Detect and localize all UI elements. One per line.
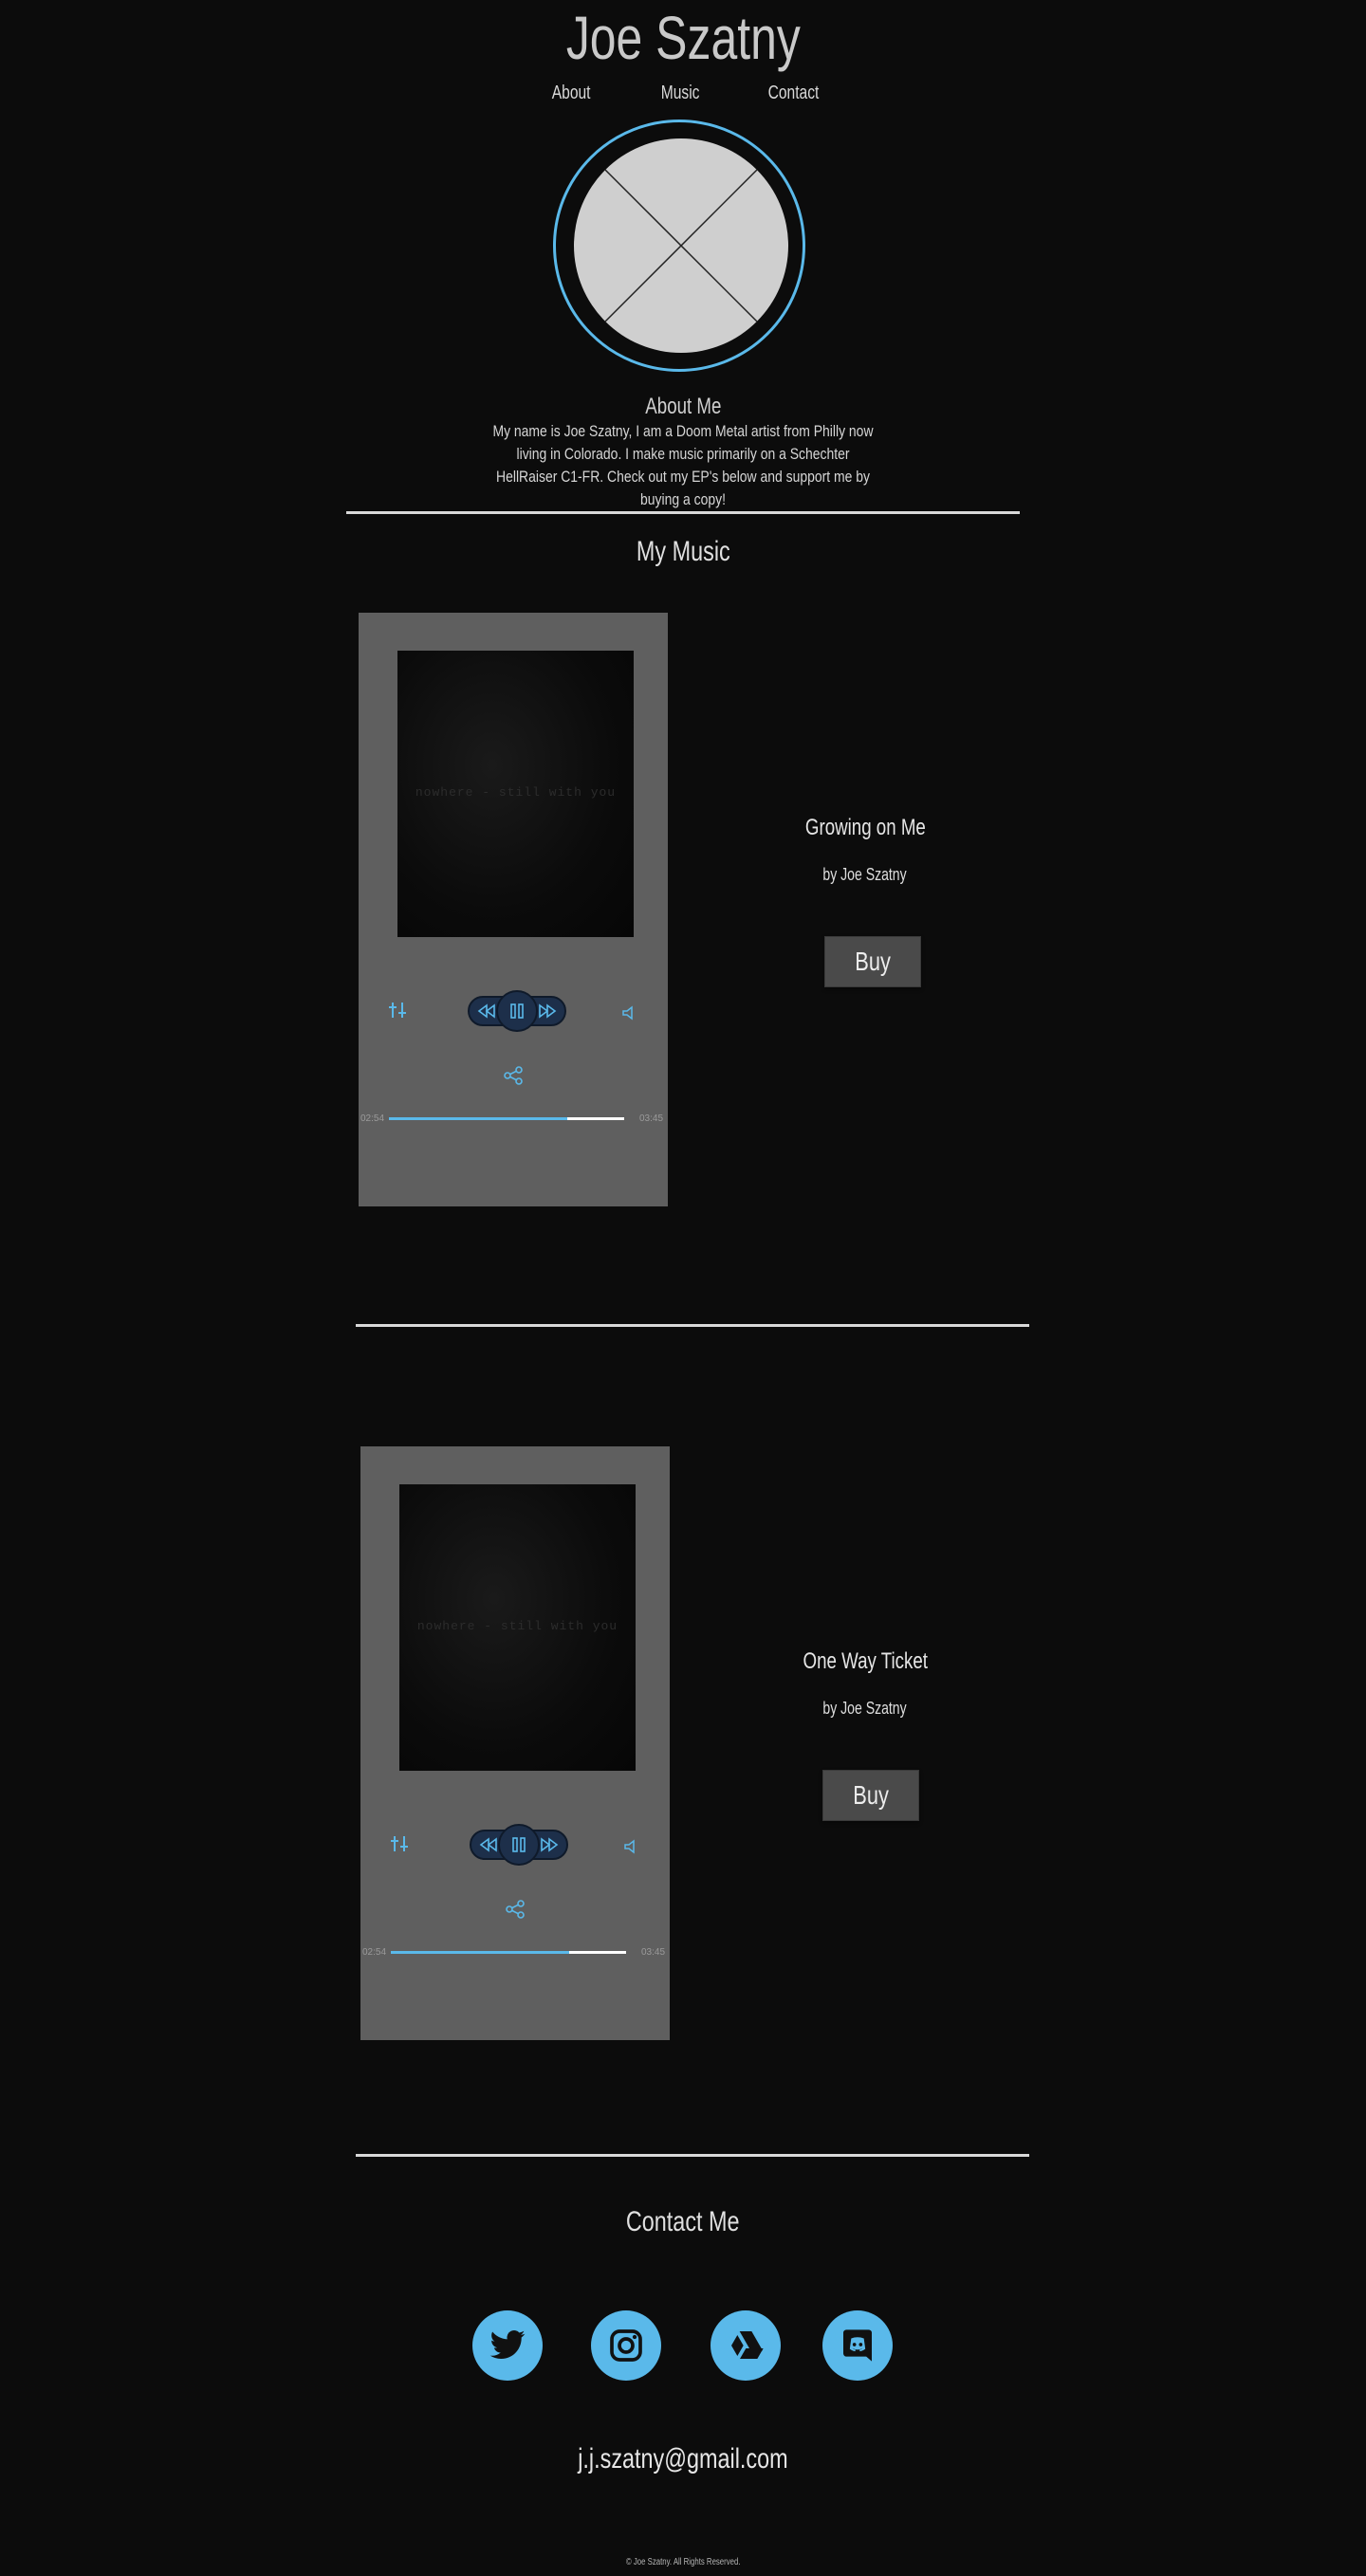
volume-icon[interactable] (621, 1005, 637, 1021)
progress-fill (389, 1117, 568, 1120)
divider-songs (356, 1324, 1029, 1327)
music-heading: My Music (636, 536, 730, 567)
google-drive-icon (731, 2331, 764, 2359)
buy-button[interactable]: Buy (822, 1770, 919, 1821)
music-player: nowhere - still with you 02:54 03:45 (359, 613, 668, 1206)
fast-forward-icon[interactable] (537, 1002, 558, 1021)
album-art-text: nowhere - still with you (416, 1619, 618, 1633)
music-player: nowhere - still with you 02:54 03:45 (360, 1446, 670, 2040)
buy-button[interactable]: Buy (824, 936, 921, 987)
instagram-icon (610, 2329, 642, 2362)
album-art: nowhere - still with you (399, 1484, 636, 1771)
google-drive-link[interactable] (711, 2310, 781, 2381)
nav-contact[interactable]: Contact (736, 80, 850, 106)
equalizer-icon[interactable] (387, 1000, 408, 1021)
share-icon[interactable] (503, 1065, 524, 1086)
fast-forward-icon[interactable] (539, 1835, 560, 1854)
nav-music[interactable]: Music (623, 80, 737, 106)
progress-bar[interactable] (391, 1951, 626, 1954)
time-total: 03:45 (639, 1113, 664, 1124)
rewind-icon[interactable] (478, 1835, 499, 1854)
album-art-text: nowhere - still with you (415, 785, 617, 800)
contact-email[interactable]: j.j.szatny@gmail.com (0, 2440, 1366, 2478)
pause-icon[interactable] (508, 1002, 526, 1021)
pause-icon[interactable] (510, 1835, 527, 1854)
time-current: 02:54 (360, 1113, 385, 1124)
song-artist: by Joe Szatny (822, 865, 908, 884)
about-heading: About Me (644, 394, 722, 419)
about-text: My name is Joe Szatny, I am a Doom Metal… (492, 422, 874, 508)
twitter-icon (489, 2330, 526, 2359)
time-current: 02:54 (362, 1947, 387, 1958)
volume-icon[interactable] (623, 1839, 638, 1854)
discord-icon (843, 2329, 872, 2362)
discord-link[interactable] (822, 2310, 893, 2381)
progress-bar[interactable] (389, 1117, 624, 1120)
avatar-placeholder (574, 138, 788, 353)
site-title: Joe Szatny (565, 4, 801, 72)
share-icon[interactable] (505, 1899, 526, 1920)
time-total: 03:45 (641, 1947, 666, 1958)
song-title: Growing on Me (804, 815, 926, 840)
song-title: One Way Ticket (803, 1648, 928, 1674)
song-artist: by Joe Szatny (822, 1699, 908, 1718)
contact-heading: Contact Me (626, 2206, 740, 2237)
album-art: nowhere - still with you (397, 651, 634, 937)
rewind-icon[interactable] (476, 1002, 497, 1021)
divider-contact (356, 2154, 1029, 2157)
footer-copyright: © Joe Szatny. All Rights Reserved. (625, 2557, 741, 2567)
twitter-link[interactable] (472, 2310, 543, 2381)
divider-about (346, 511, 1020, 514)
progress-fill (391, 1951, 570, 1954)
placeholder-image-icon (604, 169, 758, 322)
equalizer-icon[interactable] (389, 1833, 410, 1854)
instagram-link[interactable] (591, 2310, 661, 2381)
nav-about[interactable]: About (514, 80, 628, 106)
